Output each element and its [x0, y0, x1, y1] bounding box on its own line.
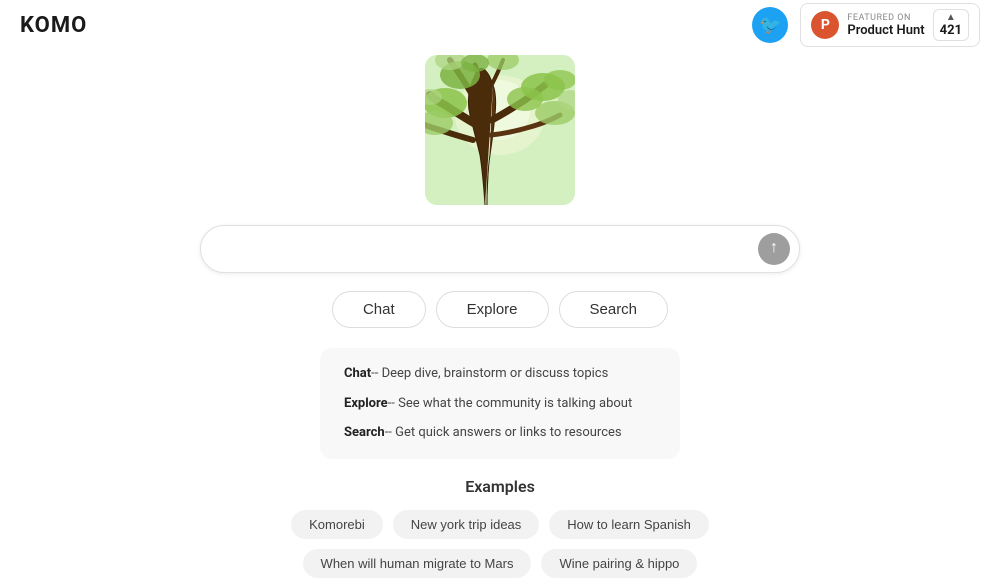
- search-mode-button[interactable]: Search: [559, 291, 669, 328]
- search-info-desc: -- Get quick answers or links to resourc…: [385, 425, 622, 440]
- search-info-label: Search: [344, 425, 385, 440]
- search-input[interactable]: [200, 225, 800, 273]
- example-chip[interactable]: Wine pairing & hippo: [541, 549, 697, 578]
- chat-mode-button[interactable]: Chat: [332, 291, 426, 328]
- header-right: 🐦 P FEATURED ON Product Hunt ▲ 421: [752, 3, 980, 47]
- ph-name: Product Hunt: [847, 23, 924, 38]
- examples-row-1: Komorebi New york trip ideas How to learn …: [291, 510, 709, 539]
- explore-info-label: Explore: [344, 396, 388, 411]
- example-chip[interactable]: How to learn Spanish: [549, 510, 709, 539]
- twitter-button[interactable]: 🐦: [752, 7, 788, 43]
- search-submit-button[interactable]: ↑: [758, 233, 790, 265]
- mode-buttons: Chat Explore Search: [332, 291, 668, 328]
- logo[interactable]: KOMO: [20, 13, 87, 38]
- chat-info-line: Chat-- Deep dive, brainstorm or discuss …: [344, 364, 656, 384]
- examples-title: Examples: [465, 477, 535, 496]
- search-container: ↑: [200, 225, 800, 273]
- explore-mode-button[interactable]: Explore: [436, 291, 549, 328]
- chat-info-label: Chat: [344, 366, 371, 381]
- submit-arrow-icon: ↑: [770, 240, 778, 256]
- example-chip[interactable]: When will human migrate to Mars: [303, 549, 532, 578]
- info-box: Chat-- Deep dive, brainstorm or discuss …: [320, 348, 680, 459]
- producthunt-logo: P: [811, 11, 839, 39]
- producthunt-badge[interactable]: P FEATURED ON Product Hunt ▲ 421: [800, 3, 980, 47]
- ph-arrow-icon: ▲: [946, 12, 956, 23]
- explore-info-desc: -- See what the community is talking abo…: [388, 396, 633, 411]
- ph-number: 421: [940, 23, 962, 38]
- hero-image: [425, 55, 575, 205]
- explore-info-line: Explore-- See what the community is talk…: [344, 394, 656, 414]
- ph-featured-on: FEATURED ON: [847, 13, 924, 23]
- chat-info-desc: -- Deep dive, brainstorm or discuss topi…: [371, 366, 608, 381]
- ph-count: ▲ 421: [933, 9, 969, 41]
- twitter-icon: 🐦: [759, 15, 781, 36]
- main-content: ↑ Chat Explore Search Chat-- Deep dive, …: [0, 0, 1000, 578]
- producthunt-text: FEATURED ON Product Hunt: [847, 13, 924, 38]
- examples-section: Examples Komorebi New york trip ideas How …: [291, 477, 709, 578]
- example-chip[interactable]: Komorebi: [291, 510, 383, 539]
- search-info-line: Search-- Get quick answers or links to r…: [344, 423, 656, 443]
- examples-row-2: When will human migrate to Mars Wine pair…: [303, 549, 698, 578]
- header: KOMO 🐦 P FEATURED ON Product Hunt ▲ 421: [0, 0, 1000, 50]
- example-chip[interactable]: New york trip ideas: [393, 510, 540, 539]
